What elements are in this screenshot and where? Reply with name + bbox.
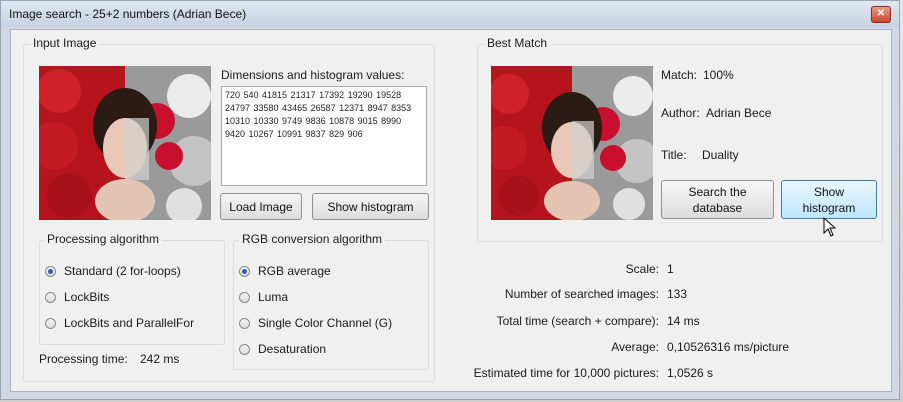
author-value: Adrian Bece: [706, 106, 772, 120]
rgb-option-average[interactable]: RGB average: [239, 264, 331, 278]
author-label: Author:: [661, 106, 700, 120]
portrait-image: [491, 66, 653, 220]
radio-icon[interactable]: [239, 317, 250, 329]
match-value: 100%: [703, 68, 734, 82]
show-histogram-input-button[interactable]: Show histogram: [312, 193, 429, 220]
input-image: [39, 66, 211, 220]
processing-option-label: LockBits and ParallelFor: [64, 316, 195, 330]
show-histogram-match-button[interactable]: Show histogram: [781, 180, 877, 219]
average-label: Average:: [611, 340, 659, 354]
estimated-time-label: Estimated time for 10,000 pictures:: [473, 366, 659, 380]
rgb-group-label: RGB conversion algorithm: [239, 232, 386, 246]
rgb-option-label: Luma: [258, 290, 289, 304]
rgb-option-single-channel[interactable]: Single Color Channel (G): [239, 316, 392, 330]
load-image-button[interactable]: Load Image: [220, 193, 302, 220]
rgb-option-luma[interactable]: Luma: [239, 290, 288, 304]
rgb-option-desaturation[interactable]: Desaturation: [239, 342, 326, 356]
scale-label: Scale:: [625, 262, 659, 276]
radio-icon[interactable]: [239, 291, 250, 303]
total-time-label: Total time (search + compare):: [496, 314, 659, 328]
close-icon[interactable]: ✕: [871, 6, 891, 23]
best-match-image: [491, 66, 653, 220]
title-value: Duality: [702, 148, 739, 162]
best-match-group-label: Best Match: [484, 36, 551, 50]
radio-icon[interactable]: [239, 265, 250, 277]
title-label: Title:: [661, 148, 687, 162]
processing-option-label: LockBits: [64, 290, 110, 304]
rgb-option-label: RGB average: [258, 264, 331, 278]
portrait-image: [39, 66, 211, 220]
window-title: Image search - 25+2 numbers (Adrian Bece…: [9, 7, 247, 21]
client-area: Input Image Dimensions and histogram val…: [10, 29, 892, 392]
searched-images-value: 133: [667, 287, 688, 301]
radio-icon[interactable]: [239, 343, 250, 355]
title-bar: Image search - 25+2 numbers (Adrian Bece…: [1, 1, 899, 27]
processing-time-value: 242 ms: [140, 352, 180, 366]
processing-group-label: Processing algorithm: [44, 232, 163, 246]
radio-icon[interactable]: [45, 291, 56, 303]
estimated-time-value: 1,0526 s: [667, 366, 714, 380]
processing-option-standard[interactable]: Standard (2 for-loops): [45, 264, 181, 278]
search-database-button[interactable]: Search the database: [661, 180, 774, 219]
processing-option-lockbits-parallel[interactable]: LockBits and ParallelFor: [45, 316, 194, 330]
rgb-option-label: Single Color Channel (G): [258, 316, 393, 330]
histogram-values-textarea[interactable]: 720 540 41815 21317 17392 19290 19528 24…: [221, 86, 427, 186]
input-image-group-label: Input Image: [30, 36, 100, 50]
searched-images-label: Number of searched images:: [504, 287, 659, 301]
dimensions-label: Dimensions and histogram values:: [221, 68, 405, 82]
match-label: Match:: [661, 68, 698, 82]
rgb-option-label: Desaturation: [258, 342, 327, 356]
processing-time-label: Processing time:: [39, 352, 128, 366]
scale-value: 1: [667, 262, 674, 276]
app-window: Image search - 25+2 numbers (Adrian Bece…: [0, 0, 900, 400]
total-time-value: 14 ms: [667, 314, 700, 328]
processing-option-label: Standard (2 for-loops): [64, 264, 181, 278]
mouse-pointer-icon: [823, 217, 837, 237]
radio-icon[interactable]: [45, 317, 56, 329]
radio-icon[interactable]: [45, 265, 56, 277]
average-value: 0,10526316 ms/picture: [667, 340, 790, 354]
processing-option-lockbits[interactable]: LockBits: [45, 290, 109, 304]
